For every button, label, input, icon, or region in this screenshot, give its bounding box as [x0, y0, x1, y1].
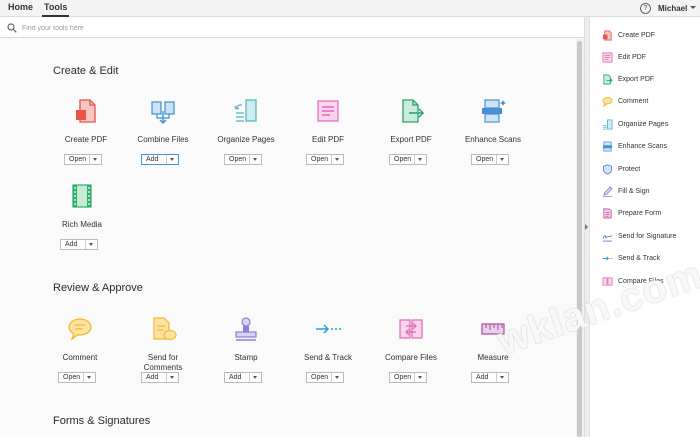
- top-bar: Home Tools ? Michael: [0, 0, 700, 17]
- tool-label: Edit PDF: [311, 135, 344, 144]
- tool-organize-pages[interactable]: Organize Pages Open: [204, 97, 288, 187]
- right-pane-item-comment[interactable]: Comment: [590, 92, 700, 112]
- open-button[interactable]: Open: [306, 372, 344, 383]
- right-pane-item-send-for-signature[interactable]: Send for Signature: [590, 227, 700, 247]
- section-title-forms-signatures: Forms & Signatures: [53, 415, 151, 427]
- pen-icon: [602, 186, 613, 197]
- open-button[interactable]: Open: [224, 154, 262, 165]
- tools-main: Create & Edit Create PDF Open Combine Fi…: [0, 39, 576, 437]
- tool-label: Rich Media: [61, 220, 102, 229]
- edit-pdf-icon: [317, 100, 339, 122]
- right-pane-item-protect[interactable]: Protect: [590, 160, 700, 180]
- right-pane-item-enhance-scans[interactable]: Enhance Scans: [590, 137, 700, 157]
- right-pane-item-prepare-form[interactable]: Prepare Form: [590, 204, 700, 224]
- tool-label: Compare Files: [384, 353, 437, 362]
- collapse-arrow-icon[interactable]: [585, 224, 588, 230]
- export-pdf-icon: [603, 74, 613, 85]
- add-button[interactable]: Add: [60, 239, 98, 250]
- send-track-icon: [602, 256, 613, 261]
- tool-stamp[interactable]: Stamp Add: [204, 315, 288, 405]
- help-icon[interactable]: ?: [640, 3, 651, 14]
- tool-label: Send for Comments: [143, 353, 183, 372]
- tool-rich-media[interactable]: Rich Media Add: [40, 182, 124, 272]
- export-pdf-icon: [402, 99, 425, 123]
- open-button[interactable]: Open: [306, 154, 344, 165]
- organize-pages-icon: [602, 119, 613, 130]
- main-scrollbar[interactable]: [576, 39, 584, 437]
- tool-edit-pdf[interactable]: Edit PDF Open: [286, 97, 370, 187]
- tool-label: Comment: [62, 353, 98, 362]
- form-icon: [603, 208, 612, 219]
- add-button[interactable]: Add: [224, 372, 262, 383]
- open-button[interactable]: Open: [389, 372, 427, 383]
- tool-label: Export PDF: [390, 135, 432, 144]
- shield-icon: [602, 164, 613, 175]
- tool-compare-files[interactable]: Compare Files Open: [369, 315, 453, 405]
- scrollbar-thumb[interactable]: [577, 41, 582, 437]
- open-button[interactable]: Open: [471, 154, 509, 165]
- tool-send-track[interactable]: Send & Track Open: [286, 315, 370, 405]
- search-icon: [7, 23, 17, 33]
- tool-export-pdf[interactable]: Export PDF Open: [369, 97, 453, 187]
- combine-files-icon: [151, 101, 175, 124]
- create-pdf-icon: [602, 30, 612, 41]
- chevron-down-icon[interactable]: [690, 6, 696, 9]
- tool-label: Stamp: [234, 353, 258, 362]
- add-button[interactable]: Add: [471, 372, 509, 383]
- right-pane-item-edit-pdf[interactable]: Edit PDF: [590, 48, 700, 68]
- compare-files-icon: [399, 319, 423, 339]
- open-button[interactable]: Open: [58, 372, 96, 383]
- right-pane-item-fill-sign[interactable]: Fill & Sign: [590, 182, 700, 202]
- tool-send-for-comments[interactable]: Send for Comments Add: [121, 315, 205, 405]
- stamp-icon: [235, 317, 257, 341]
- tool-label: Create PDF: [64, 135, 108, 144]
- comment-icon: [602, 96, 613, 107]
- right-pane-item-organize-pages[interactable]: Organize Pages: [590, 115, 700, 135]
- tool-label: Combine Files: [137, 135, 189, 144]
- organize-pages-icon: [234, 99, 257, 122]
- section-title-review-approve: Review & Approve: [53, 282, 143, 294]
- tool-label: Organize Pages: [217, 135, 275, 144]
- search-bar: [0, 18, 588, 38]
- enhance-scans-icon: [482, 99, 506, 123]
- open-button[interactable]: Open: [389, 154, 427, 165]
- add-button[interactable]: Add: [141, 372, 179, 383]
- tool-comment[interactable]: Comment Open: [38, 315, 122, 405]
- edit-pdf-icon: [602, 52, 613, 63]
- send-for-comments-icon: [153, 317, 177, 341]
- tab-home[interactable]: Home: [8, 2, 33, 12]
- section-title-create-edit: Create & Edit: [53, 65, 119, 77]
- create-pdf-icon: [76, 99, 96, 123]
- comment-icon: [68, 318, 92, 341]
- right-pane-item-export-pdf[interactable]: Export PDF: [590, 70, 700, 90]
- open-button[interactable]: Open: [64, 154, 102, 165]
- enhance-scans-icon: [602, 141, 613, 152]
- add-button[interactable]: Add: [141, 154, 179, 165]
- signature-icon: [602, 235, 613, 242]
- send-track-icon: [316, 324, 341, 334]
- user-menu[interactable]: Michael: [658, 4, 687, 13]
- tool-combine-files[interactable]: Combine Files Add: [121, 97, 205, 187]
- tool-label: Enhance Scans: [464, 135, 522, 144]
- tool-label: Send & Track: [303, 353, 353, 362]
- right-tools-pane: Create PDF Edit PDF Export PDF Comment O…: [589, 17, 700, 437]
- tool-enhance-scans[interactable]: Enhance Scans Open: [451, 97, 535, 187]
- search-input[interactable]: [22, 21, 322, 35]
- right-pane-item-create-pdf[interactable]: Create PDF: [590, 26, 700, 46]
- rich-media-icon: [72, 184, 92, 208]
- tool-create-pdf[interactable]: Create PDF Open: [44, 97, 128, 187]
- tab-tools[interactable]: Tools: [41, 2, 70, 17]
